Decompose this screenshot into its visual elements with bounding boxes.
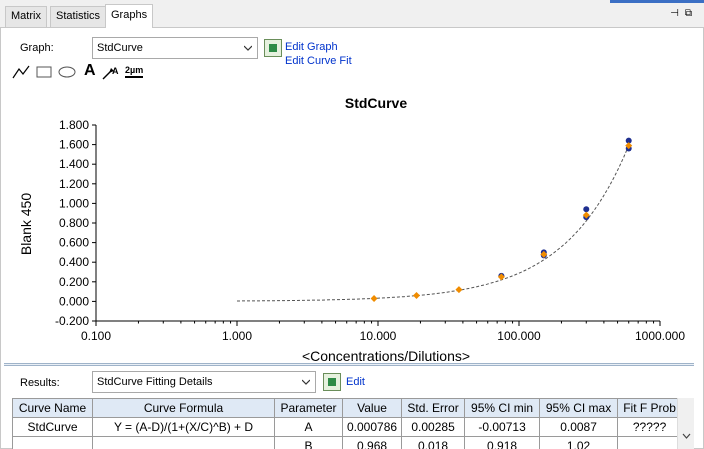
y-axis-label: Blank 450	[18, 193, 34, 255]
svg-text:A: A	[112, 66, 119, 76]
drawing-toolbar: A A 2µm	[10, 62, 160, 82]
fit-curve-line	[236, 145, 630, 302]
table-cell: 0.00285	[401, 417, 466, 437]
table-cell: 0.0087	[539, 417, 619, 437]
chart-axes: -0.200 0.000 0.200 0.400 0.600 0.800 1.000 1.20…	[55, 118, 685, 343]
scroll-down-icon[interactable]	[682, 432, 691, 440]
column-header[interactable]: Parameter	[274, 398, 343, 418]
table-cell	[92, 436, 275, 449]
ellipse-tool-icon[interactable]	[58, 64, 76, 80]
column-header[interactable]: Fit F Prob	[617, 398, 683, 418]
y-tick-label: 1.400	[59, 157, 89, 171]
replicate-point	[583, 206, 590, 213]
y-tick-label: 0.200	[59, 275, 89, 289]
table-cell: B	[274, 436, 343, 449]
y-tick-label: 1.600	[59, 138, 89, 152]
column-header[interactable]: Value	[341, 398, 403, 418]
window-controls: ⊣⧉	[670, 8, 698, 19]
column-header[interactable]: 95% CI min	[464, 398, 541, 418]
table-header-row: Curve Name Curve Formula Parameter Value…	[12, 398, 683, 418]
x-tick-label: 1000.000	[635, 329, 685, 343]
standard-point	[412, 292, 420, 300]
column-header[interactable]: Curve Name	[12, 398, 93, 418]
results-table: Curve Name Curve Formula Parameter Value…	[12, 398, 683, 449]
y-tick-label: -0.200	[55, 314, 89, 328]
chevron-down-icon	[302, 379, 310, 385]
x-axis-label: <Concentrations/Dilutions>	[302, 348, 470, 362]
splitter[interactable]	[4, 363, 694, 366]
tab-graphs[interactable]: Graphs	[105, 4, 154, 28]
rectangle-tool-icon[interactable]	[36, 64, 52, 80]
table-row[interactable]: StdCurve Y = (A-D)/(1+(X/C)^B) + D A 0.0…	[12, 417, 683, 437]
column-header[interactable]: Curve Formula	[92, 398, 275, 418]
pin-icon[interactable]: ⊣	[670, 8, 685, 19]
table-cell	[617, 436, 683, 449]
fit-curve	[236, 145, 630, 302]
results-select[interactable]: StdCurve Fitting Details	[92, 371, 316, 393]
column-header[interactable]: 95% CI max	[539, 398, 619, 418]
text-tool-icon[interactable]: A	[84, 62, 96, 80]
graph-select[interactable]: StdCurve	[92, 37, 258, 59]
standard-point	[370, 294, 378, 302]
tab-bar: Matrix Statistics Graphs ⊣⧉	[0, 0, 704, 28]
y-tick-label: 1.200	[59, 177, 89, 191]
column-header[interactable]: Std. Error	[401, 398, 466, 418]
table-row[interactable]: B 0.968 0.018 0.918 1.02	[12, 436, 683, 449]
excel-export-icon[interactable]	[264, 39, 282, 57]
x-tick-label: 10.000	[360, 329, 397, 343]
chart-svg: StdCurve Blank 450 <Concentrations/Dilut…	[18, 95, 685, 364]
y-tick-label: 0.800	[59, 216, 89, 230]
restore-icon[interactable]: ⧉	[685, 8, 698, 19]
table-scrollbar[interactable]	[677, 398, 694, 449]
table-cell: -0.00713	[464, 417, 541, 437]
y-tick-label: 1.000	[59, 196, 89, 210]
arrow-text-tool-icon[interactable]: A	[102, 64, 120, 80]
table-cell: 0.918	[464, 436, 541, 449]
y-tick-label: 0.400	[59, 255, 89, 269]
data-points	[370, 137, 633, 302]
tab-matrix[interactable]: Matrix	[5, 6, 47, 27]
table-cell: ?????	[617, 417, 683, 437]
graph-select-value: StdCurve	[97, 42, 143, 54]
table-cell: 0.018	[401, 436, 466, 449]
results-edit-link[interactable]: Edit	[346, 376, 365, 388]
edit-graph-link[interactable]: Edit Graph	[285, 41, 338, 53]
results-label: Results:	[20, 377, 60, 389]
table-cell: 0.000786	[341, 417, 403, 437]
excel-export-icon[interactable]	[323, 373, 341, 391]
table-cell: A	[274, 417, 343, 437]
x-tick-label: 0.100	[81, 329, 111, 343]
results-select-value: StdCurve Fitting Details	[97, 376, 213, 388]
x-tick-label: 100.000	[497, 329, 541, 343]
chevron-down-icon	[244, 45, 252, 51]
table-cell	[12, 436, 93, 449]
active-window-accent	[610, 0, 704, 3]
table-cell: 0.968	[341, 436, 403, 449]
std-curve-chart: StdCurve Blank 450 <Concentrations/Dilut…	[10, 86, 694, 364]
graph-label: Graph:	[20, 42, 54, 54]
standard-point	[455, 286, 463, 294]
y-tick-label: 1.800	[59, 118, 89, 132]
dimension-tool-icon[interactable]: 2µm	[125, 65, 144, 78]
chart-title: StdCurve	[345, 95, 407, 111]
table-cell: Y = (A-D)/(1+(X/C)^B) + D	[92, 417, 275, 437]
x-tick-label: 1.000	[222, 329, 252, 343]
line-tool-icon[interactable]	[12, 64, 30, 80]
table-cell: StdCurve	[12, 417, 93, 437]
tab-statistics[interactable]: Statistics	[50, 6, 107, 27]
edit-curve-fit-link[interactable]: Edit Curve Fit	[285, 55, 352, 67]
y-tick-label: 0.000	[59, 294, 89, 308]
y-tick-label: 0.600	[59, 236, 89, 250]
table-cell: 1.02	[539, 436, 619, 449]
